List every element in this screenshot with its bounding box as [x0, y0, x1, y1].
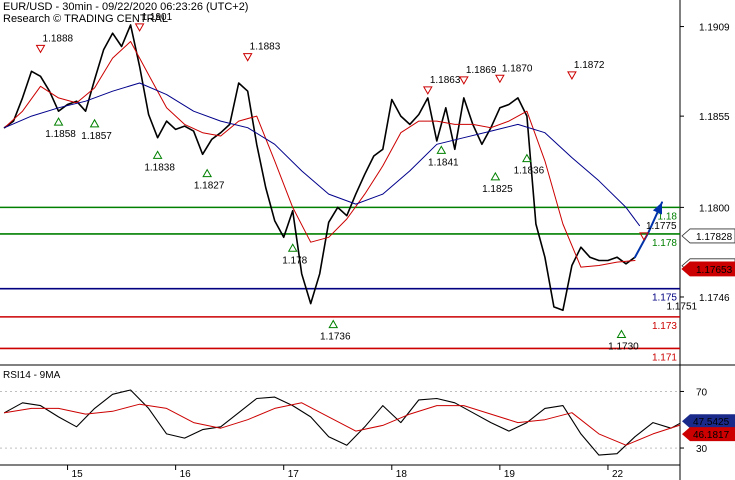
chart: 1.181.1781.1751.1731.171 1.18881.19011.1…: [0, 0, 735, 480]
x-tick-label: 16: [180, 469, 192, 480]
swing-low-label: 1.1841: [428, 157, 459, 168]
rsi-y-tick-label: 70: [696, 387, 708, 398]
chart-source: Research © TRADING CENTRAL: [3, 13, 168, 25]
rsi-line: [3, 389, 681, 456]
swing-low-marker: [89, 118, 100, 128]
swing-high-label: 1.1883: [250, 42, 281, 53]
level-label: 1.173: [652, 321, 677, 332]
y-tick-label: 1.1800: [699, 203, 730, 214]
swing-high-label: 1.1869: [466, 65, 497, 76]
price-series: [3, 24, 663, 312]
swing-low-label: 1.1730: [608, 342, 639, 353]
swing-low-label: 1.1827: [194, 181, 225, 192]
swing-low-marker: [616, 329, 627, 339]
swing-high-label: 1.1872: [574, 60, 605, 71]
swing-low-marker: [152, 150, 163, 159]
rsi-ma-line: [4, 402, 681, 446]
rsi-panel: RSI14 - 9MA 70 30 47.5425 46.1817: [0, 370, 735, 456]
y-tick-label: 1.1746: [699, 293, 730, 304]
swing-low-label: 1.1836: [514, 166, 545, 177]
swing-high-label: 1.1863: [430, 75, 461, 86]
swing-high-marker: [458, 76, 469, 85]
swing-low-label: 1.178: [282, 255, 307, 266]
ma-slow-line: [4, 82, 640, 227]
swing-low-marker: [53, 117, 64, 126]
x-tick-label: 19: [504, 469, 516, 480]
swing-low-marker: [328, 319, 339, 329]
price-badge-label: 1.17828: [696, 232, 733, 243]
x-tick-label: 17: [288, 469, 300, 480]
y-tick-label: 1.1909: [699, 23, 730, 34]
swing-low-label: 1.1825: [482, 184, 513, 195]
y-tick-label: 1.1855: [699, 112, 730, 123]
swing-low-marker: [490, 171, 501, 181]
level-label: 1.178: [652, 238, 677, 249]
swing-low-label: 1.1838: [144, 162, 175, 173]
level-label: 1.171: [652, 352, 677, 363]
swing-low-label: 1.1857: [81, 131, 112, 142]
price-panel-frame: [0, 0, 735, 480]
swing-high-marker: [422, 86, 433, 95]
swing-high-marker: [242, 53, 253, 62]
swing-high-marker: [495, 74, 505, 84]
price-badge-label: 1.17653: [696, 265, 733, 276]
rsi-badge-label: 47.5425: [693, 417, 730, 428]
swing-high-marker: [35, 44, 46, 54]
swing-low-marker: [436, 145, 447, 154]
x-tick-label: 18: [396, 469, 408, 480]
x-tick-label: 15: [72, 469, 84, 480]
swing-high-label: 1.1775: [646, 221, 677, 232]
swing-high-marker: [567, 71, 577, 80]
swing-low-label: 1.1736: [320, 332, 351, 343]
rsi-badge-label: 46.1817: [693, 430, 730, 441]
x-tick-label: 22: [612, 469, 624, 480]
swing-low-label: 1.1858: [45, 129, 76, 140]
rsi-title: RSI14 - 9MA: [3, 370, 61, 381]
time-axis: 15 16 17 18 19 22: [67, 465, 624, 480]
level-annotation: 1.1751: [666, 302, 697, 313]
chart-title: EUR/USD - 30min - 09/22/2020 06:23:26 (U…: [3, 1, 249, 13]
swing-high-label: 1.1888: [43, 33, 74, 44]
rsi-y-tick-label: 30: [696, 444, 708, 455]
swing-low-marker: [287, 243, 298, 252]
swing-high-label: 1.1870: [502, 63, 533, 74]
price-badges: 1.178281.17661.17653: [681, 228, 735, 277]
swing-low-marker: [202, 168, 213, 178]
swing-annotations: 1.18881.19011.18831.18631.1869 1.1870 1.18…: [35, 12, 698, 353]
